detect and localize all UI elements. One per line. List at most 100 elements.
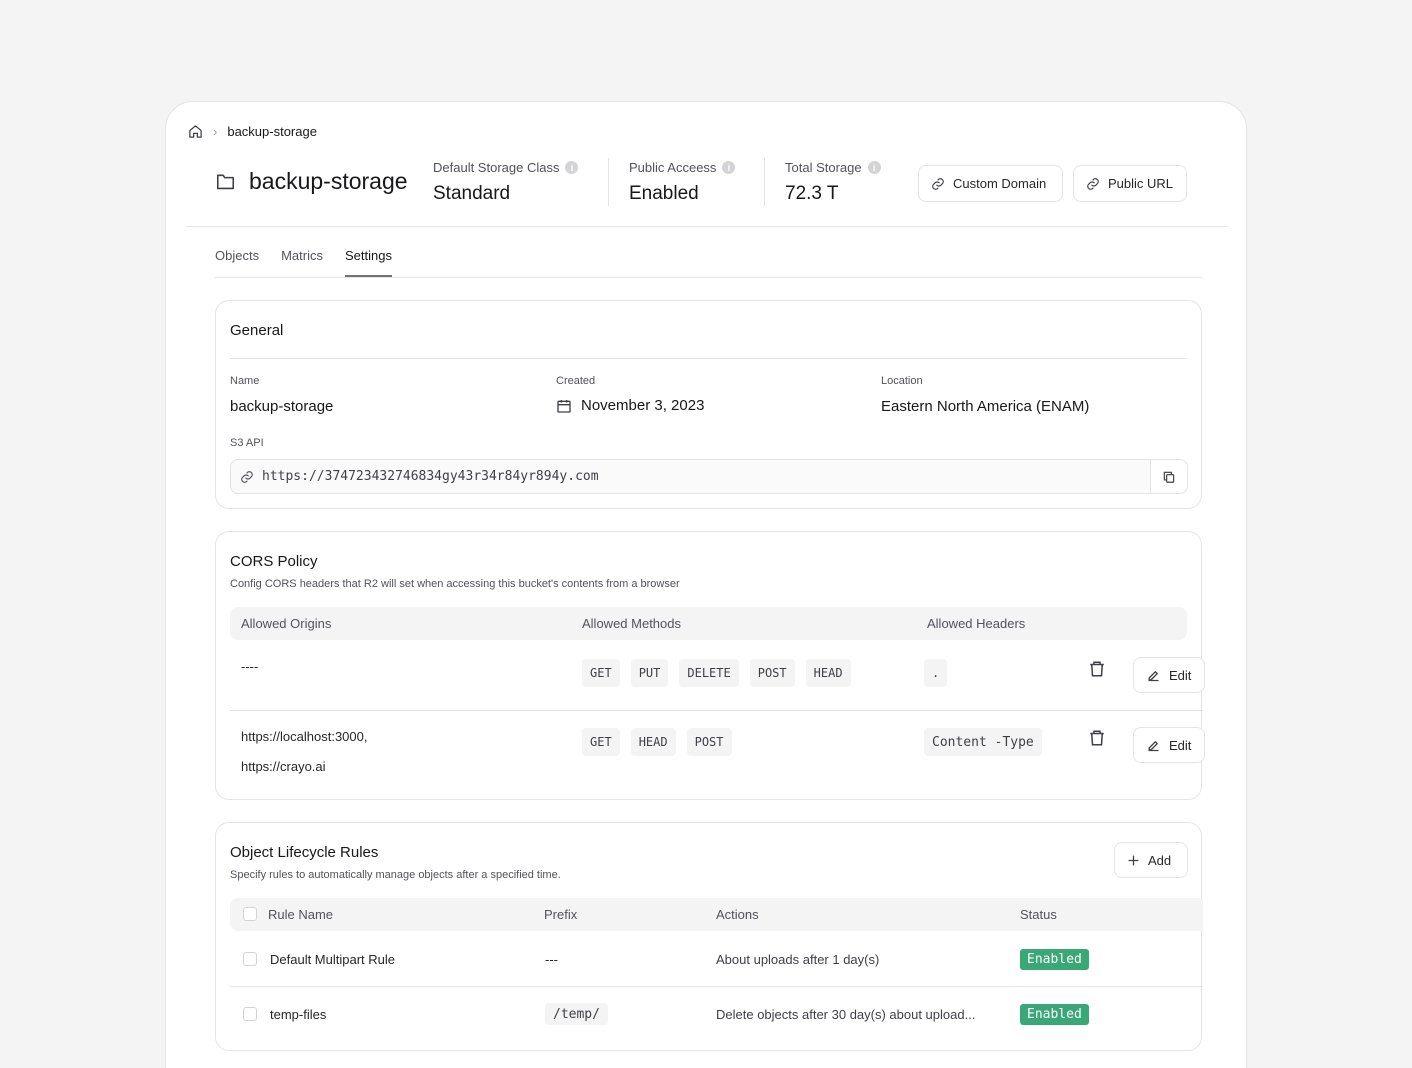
location-label: Location [881,375,923,387]
s3-api-url[interactable]: https://374723432746834gy43r34r84yr894y.… [262,469,599,484]
info-icon[interactable]: i [565,161,579,174]
tab-bar: Objects Matrics Settings [215,248,392,277]
method-chip: GET [582,728,620,756]
edit-label: Edit [1169,737,1192,753]
pencil-icon [1146,738,1161,753]
bucket-detail-card: › backup-storage backup-storage Default … [165,101,1247,1068]
stat-storage-class: Default Storage Class i Standard [433,160,579,205]
status-badge: Enabled [1020,1004,1089,1025]
add-label: Add [1148,852,1172,868]
col-allowed-methods: Allowed Methods [582,616,681,631]
method-chip: GET [582,659,620,687]
rule-name: temp-files [270,1007,327,1022]
rule-name: Default Multipart Rule [270,952,395,967]
stat-total-storage: Total Storage i 72.3 T [785,160,881,205]
header-chip: Content -Type [924,728,1042,756]
stat-value: Standard [433,183,511,204]
method-chip: HEAD [630,728,676,756]
col-prefix: Prefix [544,907,578,922]
chevron-right-icon: › [213,124,218,139]
created-value: November 3, 2023 [581,397,705,414]
status-badge: Enabled [1020,949,1089,970]
divider [608,158,609,206]
header-chip: . [924,659,948,687]
col-allowed-headers: Allowed Headers [927,616,1026,631]
pencil-icon [1146,668,1161,683]
link-icon [240,470,254,484]
location-value: Eastern North America (ENAM) [881,398,1090,415]
info-icon[interactable]: i [722,161,736,174]
rule-action: Delete objects after 30 day(s) about upl… [716,1007,976,1022]
origin-value: https://localhost:3000, [241,729,368,744]
edit-button[interactable]: Edit [1133,727,1205,763]
tab-divider [215,277,1202,278]
method-chip: PUT [630,659,669,687]
method-chip: DELETE [679,659,739,687]
link-icon [1086,177,1100,191]
lifecycle-subtitle: Specify rules to automatically manage ob… [230,869,561,881]
general-title: General [230,322,284,339]
col-status: Status [1020,907,1057,922]
link-icon [931,177,945,191]
method-chip: POST [749,659,795,687]
calendar-icon [556,398,572,414]
tab-objects[interactable]: Objects [215,248,259,277]
trash-icon[interactable] [1088,729,1106,747]
origin-value: ---- [241,659,259,674]
breadcrumb-current[interactable]: backup-storage [227,124,317,139]
rule-action: About uploads after 1 day(s) [716,952,880,967]
stat-label: Total Storage [785,160,862,175]
rule-prefix: --- [545,952,558,967]
method-chip: POST [686,728,732,756]
rule-prefix: /temp/ [545,1003,608,1025]
row-checkbox[interactable] [243,1007,257,1021]
col-allowed-origins: Allowed Origins [241,616,332,631]
origin-value: https://crayo.ai [241,759,326,774]
tab-settings[interactable]: Settings [344,248,392,277]
cors-title: CORS Policy [230,553,318,570]
trash-icon[interactable] [1088,660,1106,678]
select-all-checkbox[interactable] [243,907,257,921]
methods-list: GET HEAD POST [582,728,732,756]
col-actions: Actions [716,907,759,922]
s3-api-label: S3 API [230,437,264,449]
stat-label: Public Acceess [629,160,717,175]
custom-domain-label: Custom Domain [953,176,1047,191]
method-chip: HEAD [805,659,851,687]
divider [764,158,765,206]
edit-button[interactable]: Edit [1133,657,1205,693]
plus-icon [1127,854,1140,867]
stat-public-access: Public Acceess i Enabled [629,160,736,205]
cors-table-header: Allowed Origins Allowed Methods Allowed … [230,607,1187,640]
custom-domain-button[interactable]: Custom Domain [918,165,1063,202]
methods-list: GET PUT DELETE POST HEAD [582,659,851,687]
created-field: November 3, 2023 [556,397,704,414]
tab-matrics[interactable]: Matrics [281,248,323,277]
cors-subtitle: Config CORS headers that R2 will set whe… [230,578,680,590]
name-label: Name [230,375,260,387]
page-title-row: backup-storage [216,168,408,195]
table-row: temp-files /temp/ Delete objects after 3… [216,987,1203,1042]
cors-panel: CORS Policy Config CORS headers that R2 … [215,531,1205,800]
divider [230,358,1187,359]
home-icon[interactable] [188,124,203,139]
add-rule-button[interactable]: Add [1114,842,1188,878]
copy-button[interactable] [1150,460,1187,493]
table-row: https://localhost:3000, https://crayo.ai… [216,711,1205,799]
table-row: Default Multipart Rule --- About uploads… [216,931,1203,986]
row-checkbox[interactable] [243,952,257,966]
created-label: Created [556,375,596,387]
info-icon[interactable]: i [867,161,881,174]
header-divider [186,226,1227,227]
lifecycle-panel: Object Lifecycle Rules Specify rules to … [215,822,1203,1051]
app-background: › backup-storage backup-storage Default … [0,0,1412,1068]
public-url-button[interactable]: Public URL [1073,165,1187,202]
stat-value: 72.3 T [785,183,839,204]
stat-label: Default Storage Class [433,160,560,175]
page-title: backup-storage [249,168,408,194]
copy-icon [1162,470,1176,484]
folder-icon [216,173,235,190]
s3-api-field: https://374723432746834gy43r34r84yr894y.… [230,459,1188,494]
breadcrumb: › backup-storage [188,124,317,139]
general-panel: General Name backup-storage Created Nove… [215,300,1202,509]
